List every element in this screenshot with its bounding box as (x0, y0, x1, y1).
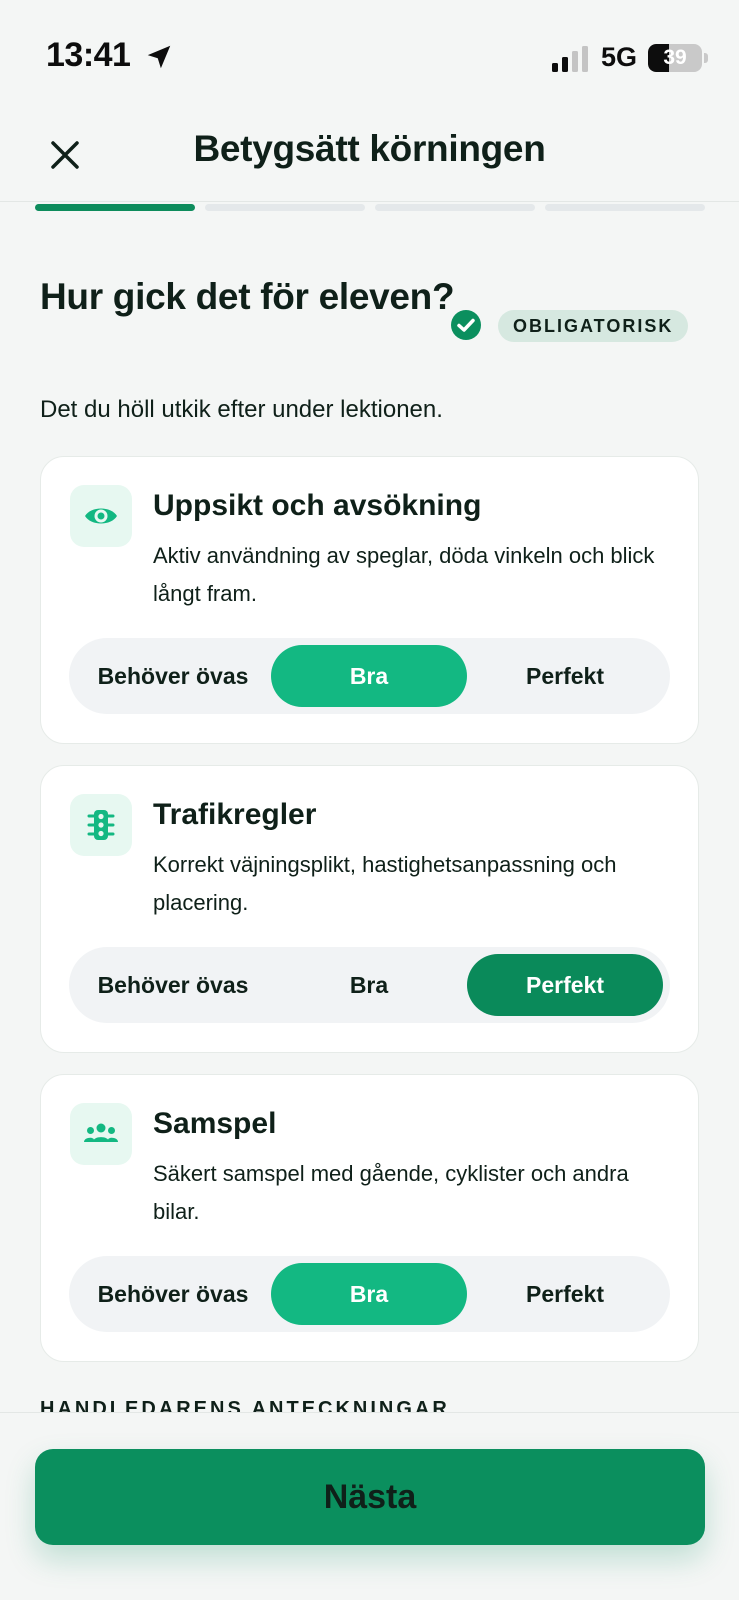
rating-selector: Behöver övas Bra Perfekt (69, 638, 670, 714)
rating-selector: Behöver övas Bra Perfekt (69, 1256, 670, 1332)
criterion-title: Trafikregler (153, 798, 317, 831)
group-icon (84, 1123, 118, 1142)
rating-option-bra[interactable]: Bra (271, 645, 467, 707)
status-time: 13:41 (46, 36, 131, 74)
traffic-light-icon (87, 810, 115, 840)
progress-step-1 (35, 204, 195, 211)
rating-option-perfekt[interactable]: Perfekt (467, 1263, 663, 1325)
step-progress (35, 204, 705, 211)
battery-tip (704, 53, 708, 63)
location-arrow-icon (147, 45, 171, 69)
progress-step-2 (205, 204, 365, 211)
criterion-title: Uppsikt och avsökning (153, 489, 482, 522)
rating-option-behover-ovas[interactable]: Behöver övas (75, 954, 271, 1016)
status-bar: 13:41 5G 39 (0, 0, 739, 110)
card-icon-container (70, 1103, 132, 1165)
rating-option-perfekt[interactable]: Perfekt (467, 954, 663, 1016)
rating-option-bra[interactable]: Bra (271, 954, 467, 1016)
question-title: Hur gick det för eleven? (40, 276, 455, 317)
criterion-card-samspel: Samspel Säkert samspel med gående, cykli… (40, 1074, 699, 1362)
criterion-card-trafikregler: Trafikregler Korrekt väjningsplikt, hast… (40, 765, 699, 1053)
eye-icon (85, 508, 117, 524)
network-label: 5G (601, 42, 638, 72)
criterion-title: Samspel (153, 1107, 277, 1140)
page-title: Betygsätt körningen (193, 128, 546, 169)
header: Betygsätt körningen (0, 110, 739, 202)
rating-option-perfekt[interactable]: Perfekt (467, 645, 663, 707)
next-button[interactable]: Nästa (35, 1449, 705, 1545)
battery-icon: 39 (648, 44, 702, 72)
cellular-signal-icon (552, 46, 588, 72)
criterion-description: Aktiv användning av speglar, döda vinkel… (153, 543, 655, 606)
rating-option-bra[interactable]: Bra (271, 1263, 467, 1325)
criterion-description: Korrekt väjningsplikt, hastighetsanpassn… (153, 852, 617, 915)
rating-option-behover-ovas[interactable]: Behöver övas (75, 645, 271, 707)
criterion-description: Säkert samspel med gående, cyklister och… (153, 1161, 629, 1224)
rating-option-behover-ovas[interactable]: Behöver övas (75, 1263, 271, 1325)
check-circle-icon (451, 310, 481, 340)
rating-selector: Behöver övas Bra Perfekt (69, 947, 670, 1023)
criterion-card-uppsikt: Uppsikt och avsökning Aktiv användning a… (40, 456, 699, 744)
question-subtitle: Det du höll utkik efter under lektionen. (40, 396, 443, 423)
required-badge: OBLIGATORISK (498, 310, 689, 342)
progress-step-4 (545, 204, 705, 211)
card-icon-container (70, 485, 132, 547)
battery-percent: 39 (663, 46, 687, 69)
progress-step-3 (375, 204, 535, 211)
card-icon-container (70, 794, 132, 856)
